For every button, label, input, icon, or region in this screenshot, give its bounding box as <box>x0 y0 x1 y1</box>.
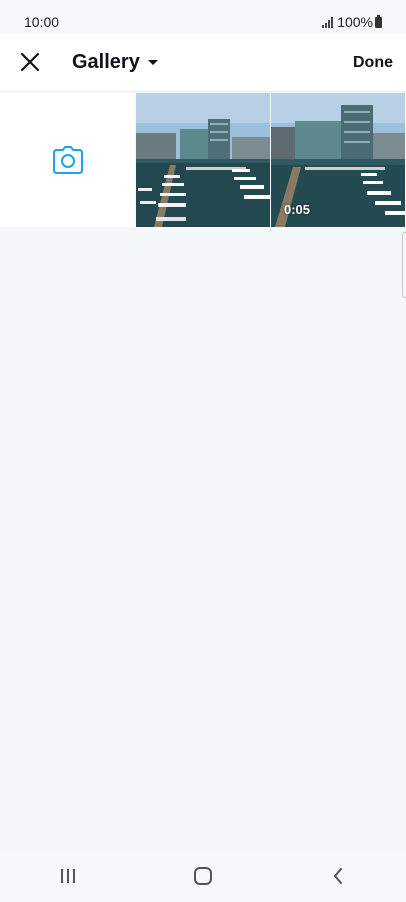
status-time: 10:00 <box>24 14 60 30</box>
home-icon <box>193 867 212 885</box>
video-duration: 0:05 <box>284 202 311 217</box>
gallery-header: Gallery Done <box>0 34 406 92</box>
system-nav-bar <box>0 850 406 902</box>
caret-down-icon <box>147 60 158 65</box>
back-button[interactable] <box>318 856 358 896</box>
scroll-handle[interactable] <box>402 232 406 298</box>
media-grid: 0:05 <box>0 93 406 227</box>
recent-apps-icon <box>60 869 75 883</box>
recent-apps-button[interactable] <box>48 856 88 896</box>
close-icon[interactable] <box>18 50 42 74</box>
status-indicators: 100% <box>322 14 382 30</box>
media-thumbnail-photo[interactable] <box>136 93 270 227</box>
done-button[interactable]: Done <box>353 54 393 72</box>
gallery-dropdown[interactable]: Gallery <box>72 51 158 74</box>
home-button[interactable] <box>183 856 223 896</box>
camera-icon <box>52 146 83 174</box>
harbor-photo <box>136 93 270 227</box>
gallery-title: Gallery <box>72 51 140 73</box>
back-icon <box>334 868 343 884</box>
signal-icon <box>322 16 334 28</box>
camera-tile[interactable] <box>0 93 135 227</box>
battery-icon <box>375 14 382 28</box>
battery-percentage: 100% <box>337 14 373 30</box>
media-thumbnail-video[interactable]: 0:05 <box>271 93 405 227</box>
